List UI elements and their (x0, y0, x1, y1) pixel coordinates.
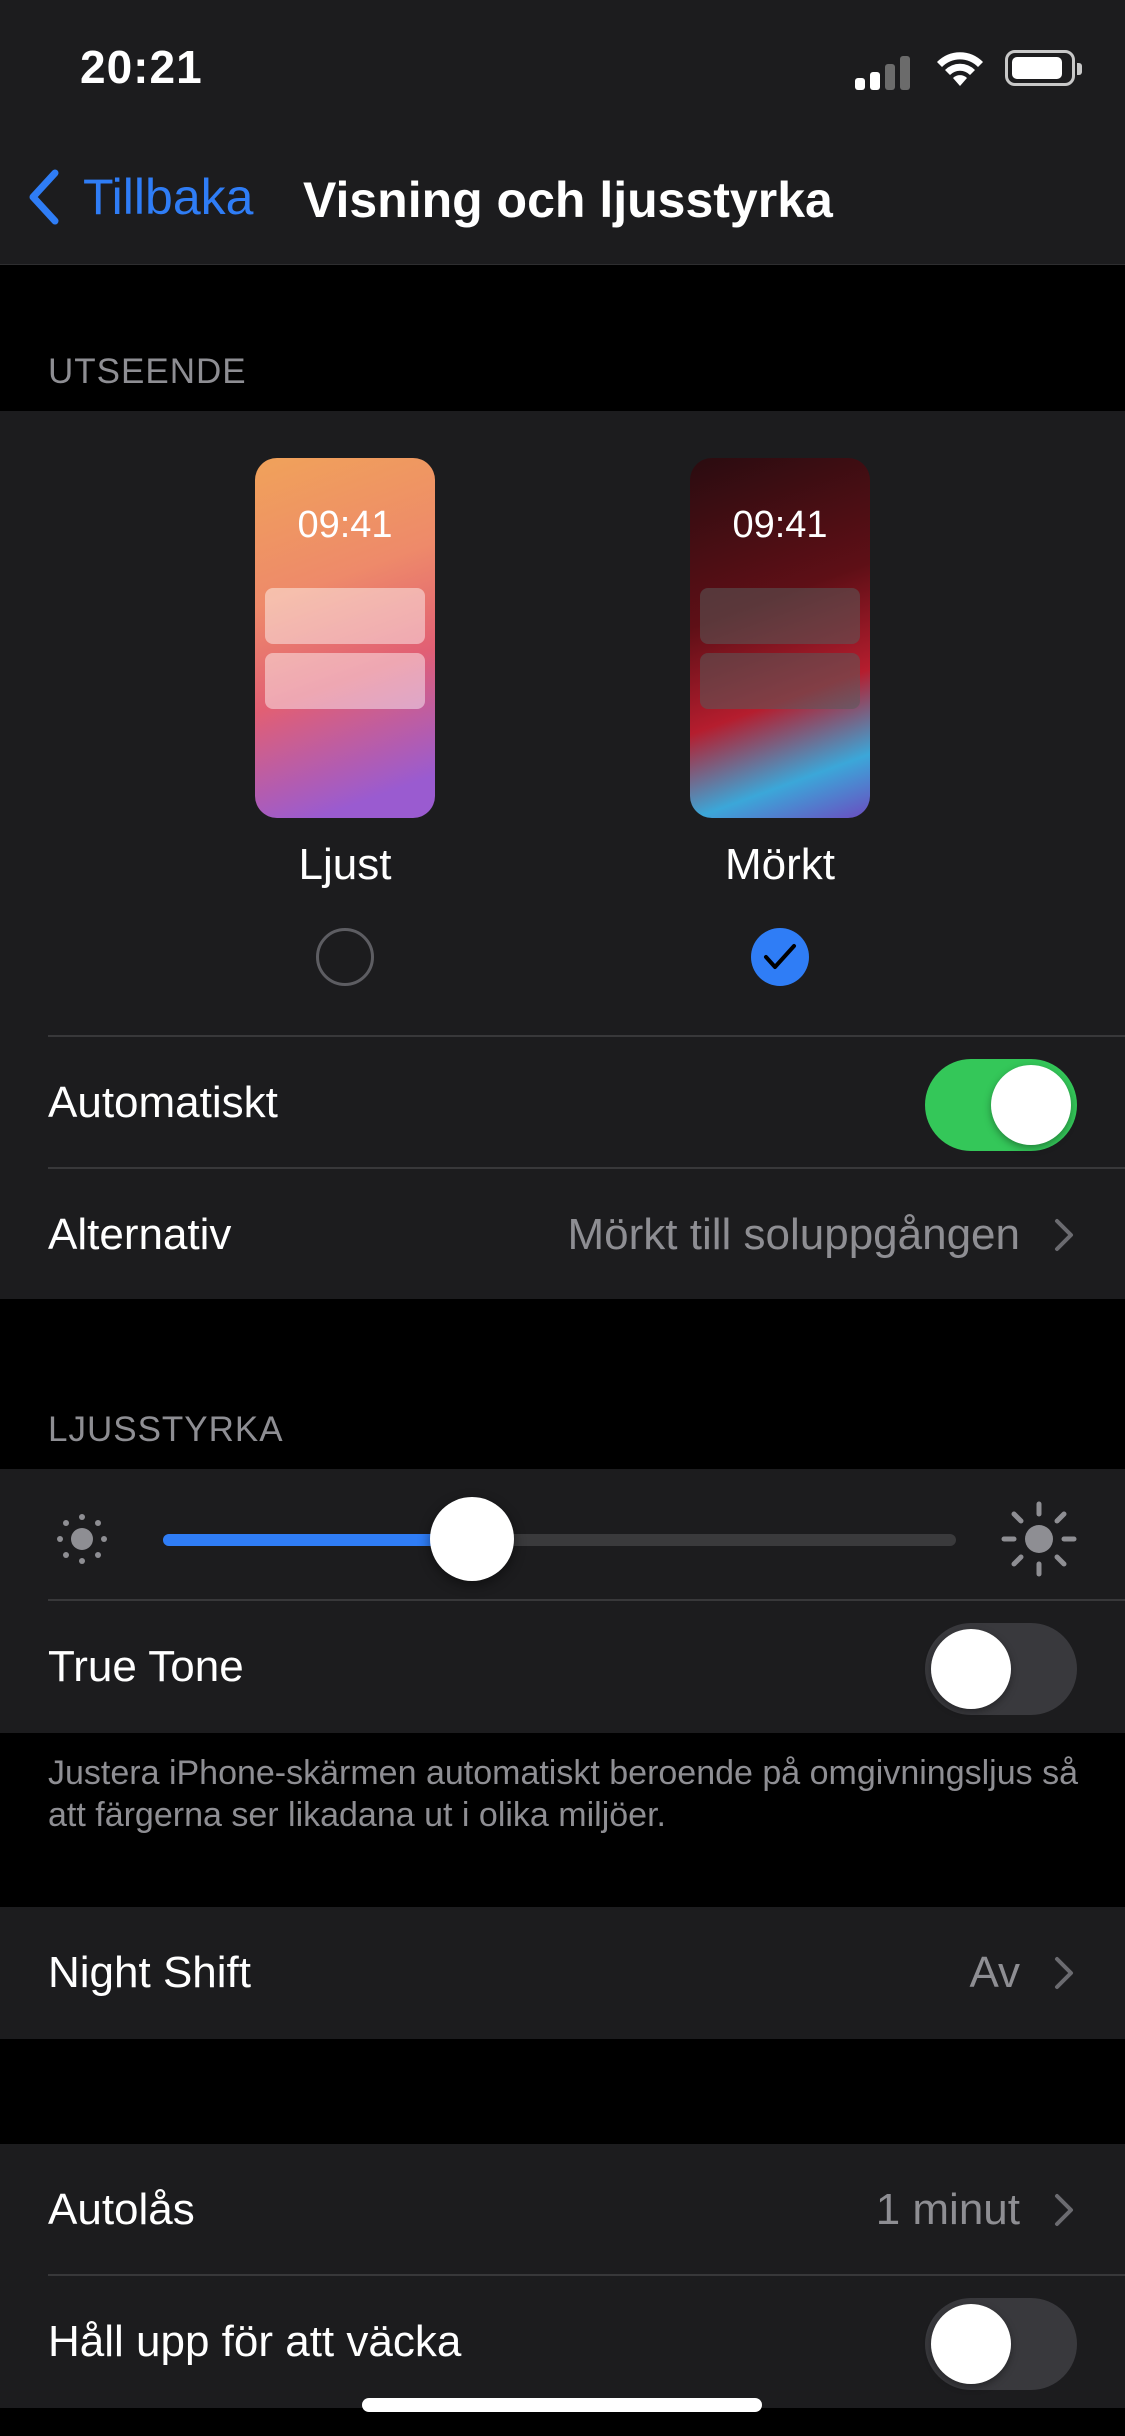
options-label: Alternativ (48, 1210, 232, 1259)
wifi-icon (937, 52, 983, 86)
dark-mode-label: Mörkt (725, 840, 835, 889)
preview-notification (700, 588, 860, 644)
sun-small-icon (57, 1514, 107, 1564)
home-indicator (362, 2398, 762, 2412)
raise-to-wake-label: Håll upp för att väcka (48, 2317, 462, 2366)
chevron-right-icon (1055, 1219, 1073, 1251)
dark-mode-preview[interactable]: 09:41 (690, 458, 870, 818)
chevron-right-icon (1055, 2194, 1073, 2226)
preview-notification (700, 653, 860, 709)
status-time: 20:21 (80, 41, 203, 93)
back-label: Tillbaka (83, 169, 254, 225)
auto-lock-label: Autolås (48, 2185, 195, 2234)
raise-to-wake-row: Håll upp för att väcka (0, 2276, 1125, 2408)
automatic-toggle[interactable] (925, 1059, 1077, 1151)
dark-mode-radio[interactable] (751, 928, 809, 986)
night-shift-group: Night Shift Av (0, 1907, 1125, 2039)
status-icons (855, 50, 1085, 90)
automatic-row: Automatiskt (0, 1037, 1125, 1169)
preview-notification (265, 653, 425, 709)
chevron-left-icon (29, 169, 59, 225)
night-shift-label: Night Shift (48, 1948, 251, 1997)
brightness-slider-track[interactable] (163, 1534, 956, 1546)
navigation-bar: Tillbaka Visning och ljusstyrka (0, 135, 1125, 265)
preview-time: 09:41 (732, 504, 828, 546)
checkmark-icon (764, 944, 796, 969)
brightness-slider-thumb[interactable] (430, 1497, 515, 1581)
sun-large-icon (1001, 1501, 1077, 1577)
preview-time: 09:41 (297, 504, 393, 546)
back-button[interactable]: Tillbaka (25, 167, 253, 227)
chevron-right-icon (1055, 1957, 1073, 1989)
options-row[interactable]: Alternativ Mörkt till soluppgången (0, 1169, 1125, 1301)
night-shift-row[interactable]: Night Shift Av (0, 1907, 1125, 2039)
section-header-brightness: LJUSSTYRKA (48, 1410, 284, 1449)
night-shift-value: Av (969, 1948, 1020, 1997)
page-title: Visning och ljusstyrka (303, 172, 833, 228)
auto-lock-row[interactable]: Autolås 1 minut (0, 2144, 1125, 2276)
preview-notification (265, 588, 425, 644)
light-mode-radio[interactable] (316, 928, 374, 986)
brightness-slider-fill (163, 1534, 473, 1546)
section-header-appearance: UTSEENDE (48, 352, 247, 391)
cellular-signal-icon (855, 54, 913, 90)
options-value: Mörkt till soluppgången (567, 1210, 1020, 1259)
raise-to-wake-toggle[interactable] (925, 2298, 1077, 2390)
auto-lock-value: 1 minut (875, 2185, 1020, 2234)
true-tone-row: True Tone (0, 1601, 1125, 1733)
true-tone-footnote: Justera iPhone-skärmen automatiskt beroe… (48, 1754, 1078, 1834)
automatic-label: Automatiskt (48, 1078, 278, 1127)
lock-group: Autolås 1 minut Håll upp för att väcka (0, 2144, 1125, 2408)
true-tone-toggle[interactable] (925, 1623, 1077, 1715)
status-bar: 20:21 (0, 0, 1125, 135)
true-tone-label: True Tone (48, 1642, 244, 1691)
light-mode-label: Ljust (298, 840, 392, 889)
battery-icon (1005, 50, 1082, 86)
light-mode-preview[interactable]: 09:41 (255, 458, 435, 818)
